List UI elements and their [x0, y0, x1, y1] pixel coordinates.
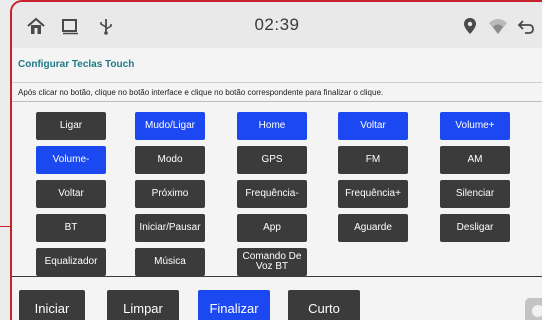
touch-key[interactable]: Iniciar/Pausar [135, 214, 205, 242]
finish-button[interactable]: Finalizar [198, 290, 270, 320]
page-title: Configurar Teclas Touch [18, 59, 135, 70]
instruction-divider [12, 101, 542, 102]
touch-key[interactable]: Modo [135, 146, 205, 174]
touch-key[interactable]: BT [36, 214, 106, 242]
touch-key[interactable]: Equalizador [36, 248, 106, 276]
touch-key[interactable]: AM [440, 146, 510, 174]
instruction-text: Após clicar no botão, clique no botão in… [18, 88, 384, 97]
touch-key[interactable]: Voltar [36, 180, 106, 208]
title-divider [12, 82, 542, 83]
location-icon [464, 18, 476, 34]
touch-key[interactable]: App [237, 214, 307, 242]
touch-key[interactable]: Volume- [36, 146, 106, 174]
touch-key[interactable]: GPS [237, 146, 307, 174]
touch-key[interactable]: Silenciar [440, 180, 510, 208]
touch-key[interactable]: Desligar [440, 214, 510, 242]
touch-key[interactable]: Voltar [338, 112, 408, 140]
touch-key[interactable]: Música [135, 248, 205, 276]
touch-key[interactable]: Aguarde [338, 214, 408, 242]
app-window: 02:39 Configurar Teclas Touch Após clica… [10, 0, 542, 320]
touch-key[interactable]: Home [237, 112, 307, 140]
touch-key[interactable]: Ligar [36, 112, 106, 140]
status-bar: 02:39 [12, 2, 542, 48]
touch-key[interactable]: FM [338, 146, 408, 174]
floating-assist-button[interactable] [525, 298, 542, 320]
start-button[interactable]: Iniciar [19, 290, 85, 320]
short-button[interactable]: Curto [288, 290, 360, 320]
clear-button[interactable]: Limpar [107, 290, 179, 320]
touch-key[interactable]: Volume+ [440, 112, 510, 140]
wifi-icon [489, 19, 507, 34]
touch-key[interactable]: Comando De Voz BT [237, 248, 307, 276]
grid-divider [12, 276, 542, 277]
touch-key[interactable]: Próximo [135, 180, 205, 208]
back-icon[interactable] [516, 16, 536, 36]
touch-key[interactable]: Frequência- [237, 180, 307, 208]
touch-key[interactable]: Frequência+ [338, 180, 408, 208]
touch-key[interactable]: Mudo/Ligar [135, 112, 205, 140]
